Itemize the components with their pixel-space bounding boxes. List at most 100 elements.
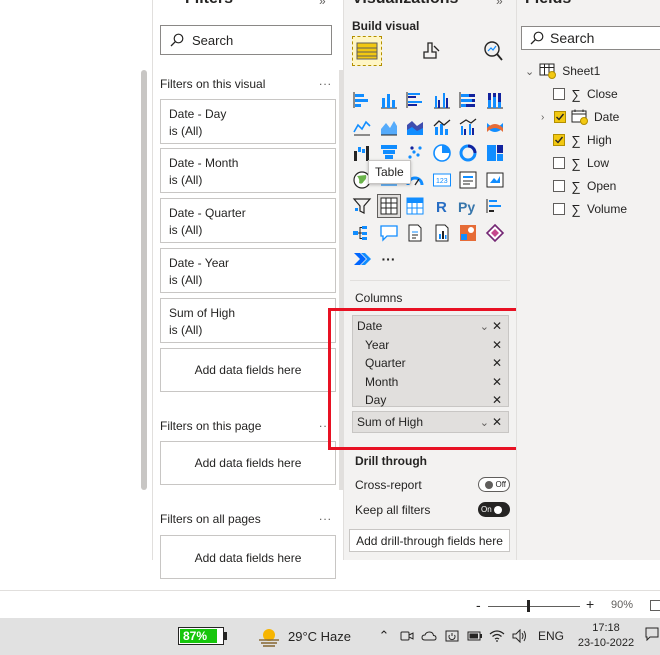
svg-text:123: 123 <box>436 178 448 185</box>
collapse-filters-icon[interactable]: » <box>319 0 326 8</box>
zoom-slider-thumb[interactable] <box>527 600 530 612</box>
table-visual-icon[interactable] <box>376 194 401 218</box>
kpi-icon[interactable] <box>483 168 507 192</box>
donut-chart-icon[interactable] <box>456 141 480 165</box>
field-volume[interactable]: ∑ Volume <box>553 200 627 218</box>
field-high[interactable]: ∑ High <box>553 131 612 149</box>
card-icon[interactable]: 123 <box>430 168 454 192</box>
python-visual-icon[interactable]: Py <box>456 194 480 218</box>
filter-card-sum-of-high[interactable]: Sum of High is (All) <box>160 298 336 343</box>
field-name: Volume <box>587 202 628 216</box>
line-and-clustered-column-chart-icon[interactable] <box>456 115 480 139</box>
power-settings-icon[interactable] <box>444 628 460 644</box>
volume-icon[interactable] <box>512 628 528 644</box>
ribbon-chart-icon[interactable] <box>483 115 507 139</box>
battery-indicator[interactable]: 87% <box>178 627 224 645</box>
filter-card-date-year[interactable]: Date - Year is (All) <box>160 248 336 293</box>
clustered-column-chart-icon[interactable] <box>430 88 454 112</box>
fields-search-input[interactable]: Search <box>521 26 660 50</box>
key-influencers-icon[interactable] <box>483 194 507 218</box>
chevron-down-icon[interactable]: ⌄ <box>525 65 534 78</box>
more-options-icon[interactable]: ... <box>319 74 332 88</box>
filter-value: is (All) <box>169 173 203 187</box>
visualizations-pane: Visualizations » Build visual 123 <box>343 0 516 560</box>
paginated-report-icon[interactable] <box>430 221 454 245</box>
visual-type-tooltip: Table <box>368 160 411 184</box>
canvas-scrollbar[interactable] <box>141 70 147 490</box>
field-date[interactable]: › Date <box>541 108 619 126</box>
smart-narrative-icon[interactable] <box>403 221 427 245</box>
field-low[interactable]: ∑ Low <box>553 154 609 172</box>
treemap-icon[interactable] <box>483 141 507 165</box>
meet-now-icon[interactable] <box>399 628 415 644</box>
filter-card-date-month[interactable]: Date - Month is (All) <box>160 148 336 193</box>
notifications-icon[interactable] <box>645 627 659 644</box>
matrix-icon[interactable] <box>403 194 427 218</box>
pie-chart-icon[interactable] <box>430 141 454 165</box>
line-and-column-chart-icon[interactable] <box>430 115 454 139</box>
format-visual-tab-icon[interactable] <box>416 36 446 66</box>
decomposition-tree-icon[interactable] <box>350 221 374 245</box>
100-stacked-column-chart-icon[interactable] <box>483 88 507 112</box>
collapse-visualizations-icon[interactable]: » <box>496 0 503 8</box>
toggle-knob <box>493 505 502 514</box>
power-automate-icon[interactable] <box>350 247 374 271</box>
multi-row-card-icon[interactable] <box>456 168 480 192</box>
filter-card-date-day[interactable]: Date - Day is (All) <box>160 99 336 144</box>
sigma-icon: ∑ <box>571 201 581 217</box>
system-clock[interactable]: 17:18 23-10-2022 <box>574 621 638 651</box>
stacked-column-chart-icon[interactable] <box>377 88 401 112</box>
filter-value: is (All) <box>169 273 203 287</box>
checkbox[interactable] <box>553 157 565 169</box>
chevron-right-icon[interactable]: › <box>541 112 549 123</box>
keep-all-filters-toggle[interactable]: On <box>478 502 510 517</box>
filter-card-date-quarter[interactable]: Date - Quarter is (All) <box>160 198 336 243</box>
table-sheet1[interactable]: ⌄ Sheet1 <box>525 62 600 80</box>
cross-report-label: Cross-report <box>355 478 422 492</box>
add-visual-filter-dropzone[interactable]: Add data fields here <box>160 348 336 392</box>
add-all-pages-filter-dropzone[interactable]: Add data fields here <box>160 535 336 579</box>
checkbox-checked[interactable] <box>553 134 565 146</box>
field-name: Close <box>587 87 618 101</box>
analytics-tab-icon[interactable] <box>478 36 508 66</box>
area-chart-icon[interactable] <box>377 115 401 139</box>
status-bar: - + 90% <box>0 590 660 618</box>
field-close[interactable]: ∑ Close <box>553 85 618 103</box>
zoom-slider-track[interactable] <box>488 606 580 607</box>
build-visual-tab-icon[interactable] <box>352 36 382 66</box>
qa-visual-icon[interactable] <box>377 221 401 245</box>
onedrive-icon[interactable] <box>421 628 437 644</box>
more-visuals-icon[interactable]: ··· <box>377 247 401 271</box>
battery-tray-icon[interactable] <box>467 628 483 644</box>
stacked-area-chart-icon[interactable] <box>403 115 427 139</box>
add-page-filter-dropzone[interactable]: Add data fields here <box>160 441 336 485</box>
clustered-bar-chart-icon[interactable] <box>403 88 427 112</box>
checkbox-checked[interactable] <box>554 111 566 123</box>
line-chart-icon[interactable] <box>350 115 374 139</box>
fit-to-page-icon[interactable] <box>650 600 660 611</box>
field-name: Open <box>587 179 617 193</box>
cross-report-toggle[interactable]: Off <box>478 477 510 492</box>
checkbox[interactable] <box>553 88 565 100</box>
weather-text[interactable]: 29°C Haze <box>288 629 351 644</box>
language-indicator[interactable]: ENG <box>538 629 564 643</box>
r-script-visual-icon[interactable]: R <box>430 194 454 218</box>
power-apps-icon[interactable] <box>483 221 507 245</box>
field-open[interactable]: ∑ Open <box>553 177 616 195</box>
stacked-bar-chart-icon[interactable] <box>350 88 374 112</box>
wifi-icon[interactable] <box>489 628 505 644</box>
slicer-icon[interactable] <box>350 194 374 218</box>
checkbox[interactable] <box>553 203 565 215</box>
zoom-out-button[interactable]: - <box>476 597 481 613</box>
checkbox[interactable] <box>553 180 565 192</box>
report-canvas-edge <box>0 0 152 560</box>
filters-search-input[interactable]: Search <box>160 25 332 55</box>
chevron-up-icon[interactable]: ⌃ <box>376 628 392 644</box>
100-stacked-bar-chart-icon[interactable] <box>456 88 480 112</box>
zoom-level[interactable]: 90% <box>611 599 633 611</box>
zoom-in-button[interactable]: + <box>586 596 594 612</box>
haze-weather-icon[interactable] <box>257 626 281 648</box>
azure-maps-icon[interactable] <box>456 221 480 245</box>
more-options-icon[interactable]: ... <box>319 509 332 523</box>
add-drill-through-dropzone[interactable]: Add drill-through fields here <box>349 529 510 552</box>
